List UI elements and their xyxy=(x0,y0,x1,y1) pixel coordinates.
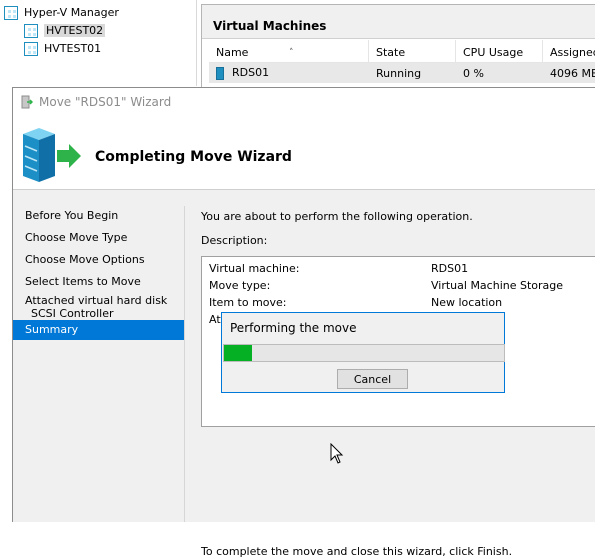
wizard-title: Move "RDS01" Wizard xyxy=(39,95,172,109)
cancel-button[interactable]: Cancel xyxy=(337,369,408,389)
column-name-label: Name xyxy=(216,46,249,59)
tree-root-label: Hyper-V Manager xyxy=(24,6,119,19)
vm-cpu-usage: 0 % xyxy=(463,67,484,80)
detail-key: Move type: xyxy=(209,279,271,292)
vm-state: Running xyxy=(376,67,422,80)
wizard-titlebar[interactable]: Move "RDS01" Wizard xyxy=(13,88,595,116)
wizard-header: Completing Move Wizard xyxy=(13,116,595,190)
virtual-machines-pane: Virtual Machines Name ˄ State CPU Usage … xyxy=(201,4,595,88)
nav-select-items[interactable]: Select Items to Move xyxy=(25,275,141,288)
nav-summary-label: Summary xyxy=(25,323,79,336)
progress-title: Performing the move xyxy=(230,321,357,335)
column-state-label: State xyxy=(376,46,406,59)
detail-value: Virtual Machine Storage xyxy=(431,279,564,292)
detail-key: Item to move: xyxy=(209,296,287,309)
nav-divider xyxy=(184,206,185,522)
progress-dialog: Performing the move Cancel xyxy=(221,312,505,393)
nav-scsi-controller[interactable]: SCSI Controller xyxy=(31,307,114,320)
vm-assigned-memory: 4096 MB xyxy=(550,67,595,80)
nav-summary[interactable]: Summary xyxy=(13,320,184,340)
column-state[interactable]: State xyxy=(369,40,456,62)
progress-fill xyxy=(224,345,252,361)
vm-running-icon xyxy=(216,66,224,80)
footer-instruction: To complete the move and close this wiza… xyxy=(201,545,513,558)
mouse-cursor-icon xyxy=(330,442,344,468)
nav-choose-move-options[interactable]: Choose Move Options xyxy=(25,253,145,266)
column-assigned[interactable]: Assigned xyxy=(543,40,595,62)
vm-column-header: Name ˄ State CPU Usage Assigned xyxy=(209,40,595,63)
column-cpu-usage[interactable]: CPU Usage xyxy=(456,40,543,62)
detail-value: RDS01 xyxy=(431,262,469,275)
server-icon xyxy=(24,23,38,38)
nav-attached-vhd[interactable]: Attached virtual hard disk xyxy=(25,294,167,307)
tree-host-label: HVTEST01 xyxy=(44,42,102,55)
tree-host-label: HVTEST02 xyxy=(44,24,106,37)
progress-bar xyxy=(223,344,505,362)
hyperv-tree: Hyper-V Manager HVTEST02 HVTEST01 xyxy=(0,0,197,86)
column-assigned-label: Assigned xyxy=(550,46,595,59)
tree-root[interactable]: Hyper-V Manager xyxy=(4,4,119,21)
table-row[interactable]: RDS01 Running 0 % 4096 MB xyxy=(209,63,595,83)
tree-host-hvtest01[interactable]: HVTEST01 xyxy=(24,40,101,57)
wizard-nav: Before You Begin Choose Move Type Choose… xyxy=(13,193,184,522)
detail-value: New location xyxy=(431,296,503,309)
nav-choose-move-type[interactable]: Choose Move Type xyxy=(25,231,127,244)
vm-name: RDS01 xyxy=(232,66,270,79)
detail-key: Virtual machine: xyxy=(209,262,300,275)
nav-before-you-begin[interactable]: Before You Begin xyxy=(25,209,118,222)
vm-pane-title: Virtual Machines xyxy=(202,5,595,39)
intro-text: You are about to perform the following o… xyxy=(201,210,473,223)
column-cpu-label: CPU Usage xyxy=(463,46,524,59)
description-label: Description: xyxy=(201,234,268,247)
server-icon xyxy=(21,95,34,109)
move-server-icon xyxy=(19,126,83,187)
vm-name-cell: RDS01 xyxy=(209,63,369,83)
tree-host-hvtest02[interactable]: HVTEST02 xyxy=(24,22,106,39)
server-icon xyxy=(24,41,38,56)
wizard-header-title: Completing Move Wizard xyxy=(95,149,292,165)
column-name[interactable]: Name ˄ xyxy=(209,40,369,62)
hyperv-manager-icon xyxy=(4,5,18,20)
move-wizard-window: Move "RDS01" Wizard Completing Move Wiza… xyxy=(12,87,595,558)
